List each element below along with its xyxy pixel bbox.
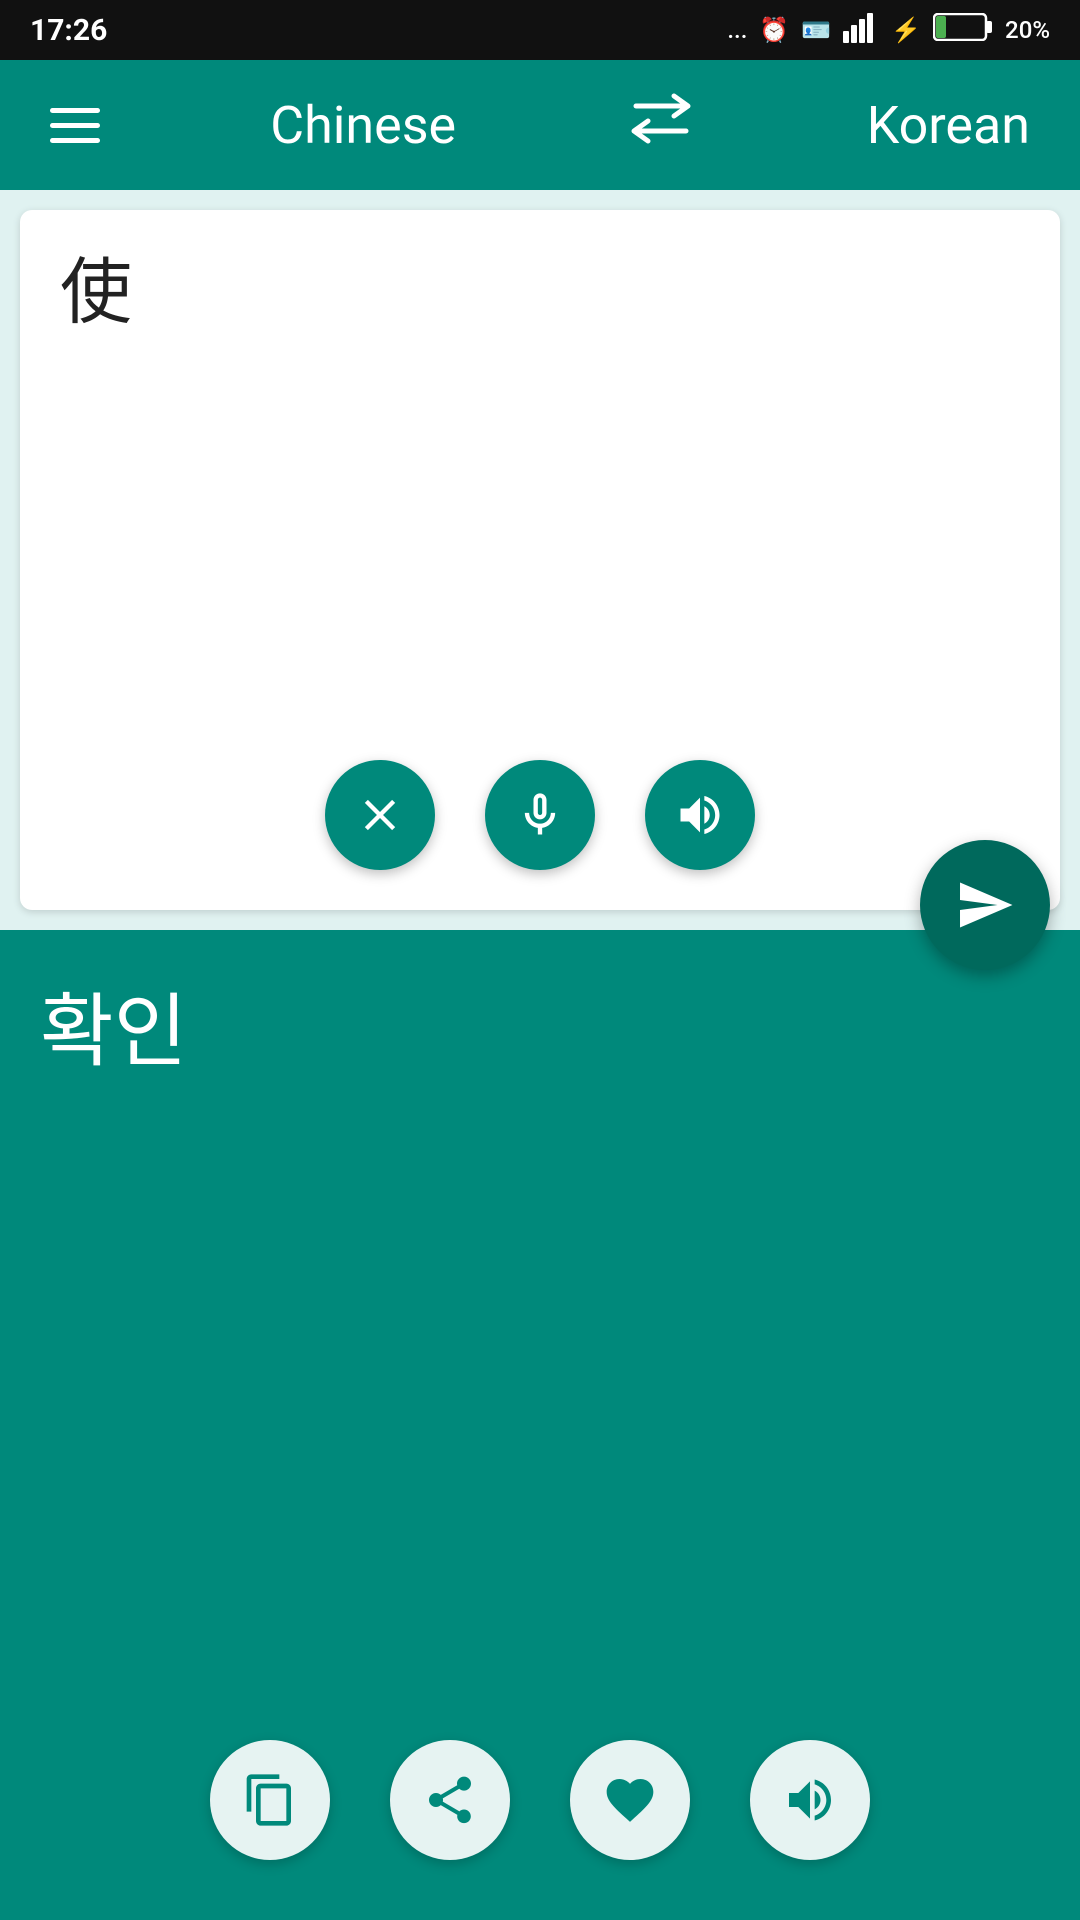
microphone-button[interactable]: [485, 760, 595, 870]
status-bar: 17:26 ... ⏰ 🪪 ⚡ 20%: [0, 0, 1080, 60]
main-content: 使: [0, 190, 1080, 1920]
alarm-icon: ⏰: [759, 16, 789, 44]
translation-text: 확인: [40, 980, 1040, 1084]
translation-controls: [210, 1740, 870, 1860]
menu-button[interactable]: [50, 108, 100, 143]
speak-input-button[interactable]: [645, 760, 755, 870]
translate-button[interactable]: [920, 840, 1050, 970]
swap-languages-button[interactable]: [626, 91, 696, 159]
status-icons: ... ⏰ 🪪 ⚡ 20%: [727, 11, 1050, 49]
clear-button[interactable]: [325, 760, 435, 870]
favorite-button[interactable]: [570, 1740, 690, 1860]
battery-pct: 20%: [1005, 16, 1050, 44]
speak-translation-button[interactable]: [750, 1740, 870, 1860]
signal-icon: [843, 11, 879, 49]
status-dots: ...: [727, 16, 747, 44]
target-language[interactable]: Korean: [867, 95, 1030, 156]
sim-icon: 🪪: [801, 16, 831, 44]
input-controls: [325, 760, 755, 870]
input-area[interactable]: 使: [20, 210, 1060, 910]
toolbar: Chinese Korean: [0, 60, 1080, 190]
charging-icon: ⚡: [891, 16, 921, 44]
source-language[interactable]: Chinese: [270, 95, 456, 156]
input-wrapper: 使: [0, 190, 1080, 910]
copy-button[interactable]: [210, 1740, 330, 1860]
battery-icon: [933, 13, 993, 47]
input-text: 使: [60, 250, 1020, 336]
share-button[interactable]: [390, 1740, 510, 1860]
status-time: 17:26: [30, 13, 107, 48]
translation-area: 확인: [0, 930, 1080, 1920]
